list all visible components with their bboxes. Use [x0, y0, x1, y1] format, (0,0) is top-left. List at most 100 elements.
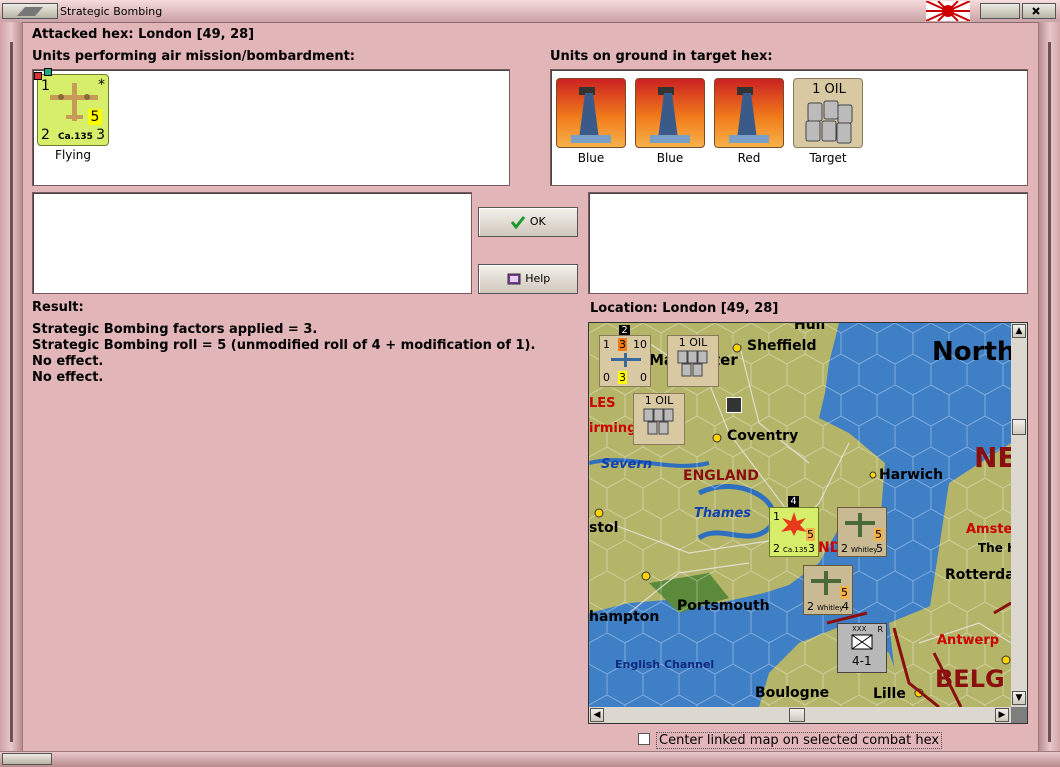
flak-gun-icon	[650, 87, 690, 143]
counter-strength: 5	[874, 528, 883, 541]
counter-strength: 5	[840, 586, 849, 599]
window-menu-button[interactable]	[2, 3, 58, 19]
map-label-portsmouth: Portsmouth	[677, 598, 770, 614]
map-counter-oil-2[interactable]: 1 OIL	[633, 393, 685, 445]
map-view[interactable]: Hull Sheffield Ma ter North LES irming C…	[588, 322, 1028, 724]
stack-tr: 10	[633, 338, 647, 351]
scroll-right-button[interactable]: ▶	[995, 708, 1009, 722]
defender-detail-panel	[588, 192, 1028, 294]
map-stack-count: 4	[788, 496, 799, 507]
map-counter-oil-1[interactable]: 1 OIL	[667, 335, 719, 387]
counter-strength: 5	[806, 528, 815, 541]
map-label-hull: Hull	[794, 323, 826, 333]
left-frame	[0, 22, 23, 766]
oil-counter: 1 OIL	[793, 78, 863, 148]
result-line-1: Strategic Bombing factors applied = 3.	[32, 322, 318, 337]
map-label-les: LES	[589, 396, 616, 411]
ground-unit-flak-3[interactable]: Red	[713, 78, 785, 165]
map-label-thames: Thames	[694, 506, 751, 521]
counter-bl: 2	[841, 542, 848, 555]
scroll-down-button[interactable]: ▼	[1012, 691, 1026, 705]
result-line-4: No effect.	[32, 370, 104, 385]
oil-label: 1 OIL	[644, 394, 674, 407]
stack-br: 0	[640, 371, 647, 384]
infantry-symbol-icon	[851, 634, 873, 650]
unit-caption: Flying	[55, 148, 91, 162]
ground-units-list[interactable]: Blue Blue Red 1 OIL Target	[550, 69, 1028, 186]
unit-bottom-left-value: 2	[41, 127, 50, 143]
counter-name: Whitley	[817, 604, 844, 612]
air-units-heading: Units performing air mission/bombardment…	[32, 49, 356, 64]
map-counter-whitley-2[interactable]: 5 2 Whitley 4	[803, 565, 853, 615]
window-title: Strategic Bombing	[60, 5, 163, 18]
unit-name: Ca.135	[58, 132, 93, 142]
army-size: XXX	[852, 625, 867, 633]
unit-strength: 5	[88, 109, 102, 125]
result-line-3: No effect.	[32, 354, 104, 369]
ground-unit-oil[interactable]: 1 OIL Target	[792, 78, 864, 165]
rising-sun-flag-icon	[926, 1, 970, 21]
scroll-horizontal-thumb[interactable]	[789, 708, 805, 722]
counter-br: 3	[808, 542, 815, 555]
map-label-amsterdam: Amste	[966, 522, 1011, 537]
ground-unit-flak-1[interactable]: Blue	[555, 78, 627, 165]
ok-label: OK	[529, 215, 546, 228]
map-label-england: ENGLAND	[683, 468, 759, 484]
center-map-label: Center linked map on selected combat hex	[656, 732, 943, 749]
counter-name: Ca.135	[783, 546, 808, 554]
map-canvas[interactable]: Hull Sheffield Ma ter North LES irming C…	[589, 323, 1011, 707]
army-ratio: 4-1	[852, 654, 872, 668]
map-label-lille: Lille	[873, 686, 906, 702]
flak-counter	[714, 78, 784, 148]
scroll-up-button[interactable]: ▲	[1012, 324, 1026, 338]
counter-name: Whitley	[851, 546, 878, 554]
location-label: Location: London [49, 28]	[590, 301, 779, 316]
map-counter-ca135[interactable]: 1 5 2 Ca.135 3	[769, 507, 819, 557]
result-heading: Result:	[32, 300, 84, 315]
title-bar: Strategic Bombing	[0, 0, 1060, 23]
stack-bl: 0	[603, 371, 610, 384]
plane-icon	[845, 513, 875, 537]
window-resize-grip[interactable]	[2, 753, 52, 765]
ground-unit-flak-2[interactable]: Blue	[634, 78, 706, 165]
plane-icon	[811, 571, 841, 595]
minimize-button[interactable]	[980, 3, 1020, 19]
map-horizontal-scrollbar[interactable]: ◀ ▶	[589, 707, 1011, 723]
map-label-north: North	[932, 337, 1011, 367]
stack-tl: 1	[603, 338, 610, 351]
map-vertical-scrollbar[interactable]: ▲ ▼	[1011, 323, 1027, 707]
close-button[interactable]	[1022, 3, 1056, 19]
result-line-2: Strategic Bombing roll = 5 (unmodified r…	[32, 338, 536, 353]
air-units-list[interactable]: 1 * 5 2 Ca.135 3 Flying	[32, 68, 510, 186]
map-label-sheffield: Sheffield	[747, 338, 817, 354]
map-label-boulogne: Boulogne	[755, 685, 830, 701]
counter-br: 4	[842, 600, 849, 613]
stack-bm: 3	[618, 371, 627, 384]
plane-icon	[611, 353, 641, 367]
map-counter-army[interactable]: XXX R 4-1	[837, 623, 887, 673]
scroll-left-button[interactable]: ◀	[590, 708, 604, 722]
center-map-checkbox[interactable]	[638, 733, 650, 745]
unit-caption: Target	[809, 151, 847, 165]
map-counter-ca135-stack[interactable]: 1 3 10 0 3 0	[599, 335, 651, 387]
map-label-english-channel: English Channel	[615, 658, 715, 671]
air-unit-ca135[interactable]: 1 * 5 2 Ca.135 3 Flying	[34, 68, 109, 162]
ok-button[interactable]: OK	[478, 207, 578, 237]
help-button[interactable]: Help	[478, 264, 578, 294]
ground-units-heading: Units on ground in target hex:	[550, 49, 773, 64]
right-frame	[1038, 22, 1060, 766]
map-label-coventry: Coventry	[727, 428, 799, 444]
map-label-bristol: stol	[589, 520, 619, 536]
map-label-antwerp: Antwerp	[937, 633, 1000, 648]
stack-top-mid: 3	[618, 338, 627, 351]
bomber-counter: 1 * 5 2 Ca.135 3	[34, 68, 109, 146]
map-label-rotterdam: Rotterda	[945, 567, 1011, 583]
map-label-the-hague: The H	[978, 541, 1011, 555]
oil-barrels-icon	[643, 408, 674, 435]
bottom-frame	[0, 751, 1060, 767]
scroll-vertical-thumb[interactable]	[1012, 419, 1026, 435]
close-icon	[1032, 7, 1040, 15]
map-counter-whitley-1[interactable]: 5 2 Whitley 5	[837, 507, 887, 557]
window-menu-icon	[17, 7, 43, 16]
counter-bl: 2	[807, 600, 814, 613]
